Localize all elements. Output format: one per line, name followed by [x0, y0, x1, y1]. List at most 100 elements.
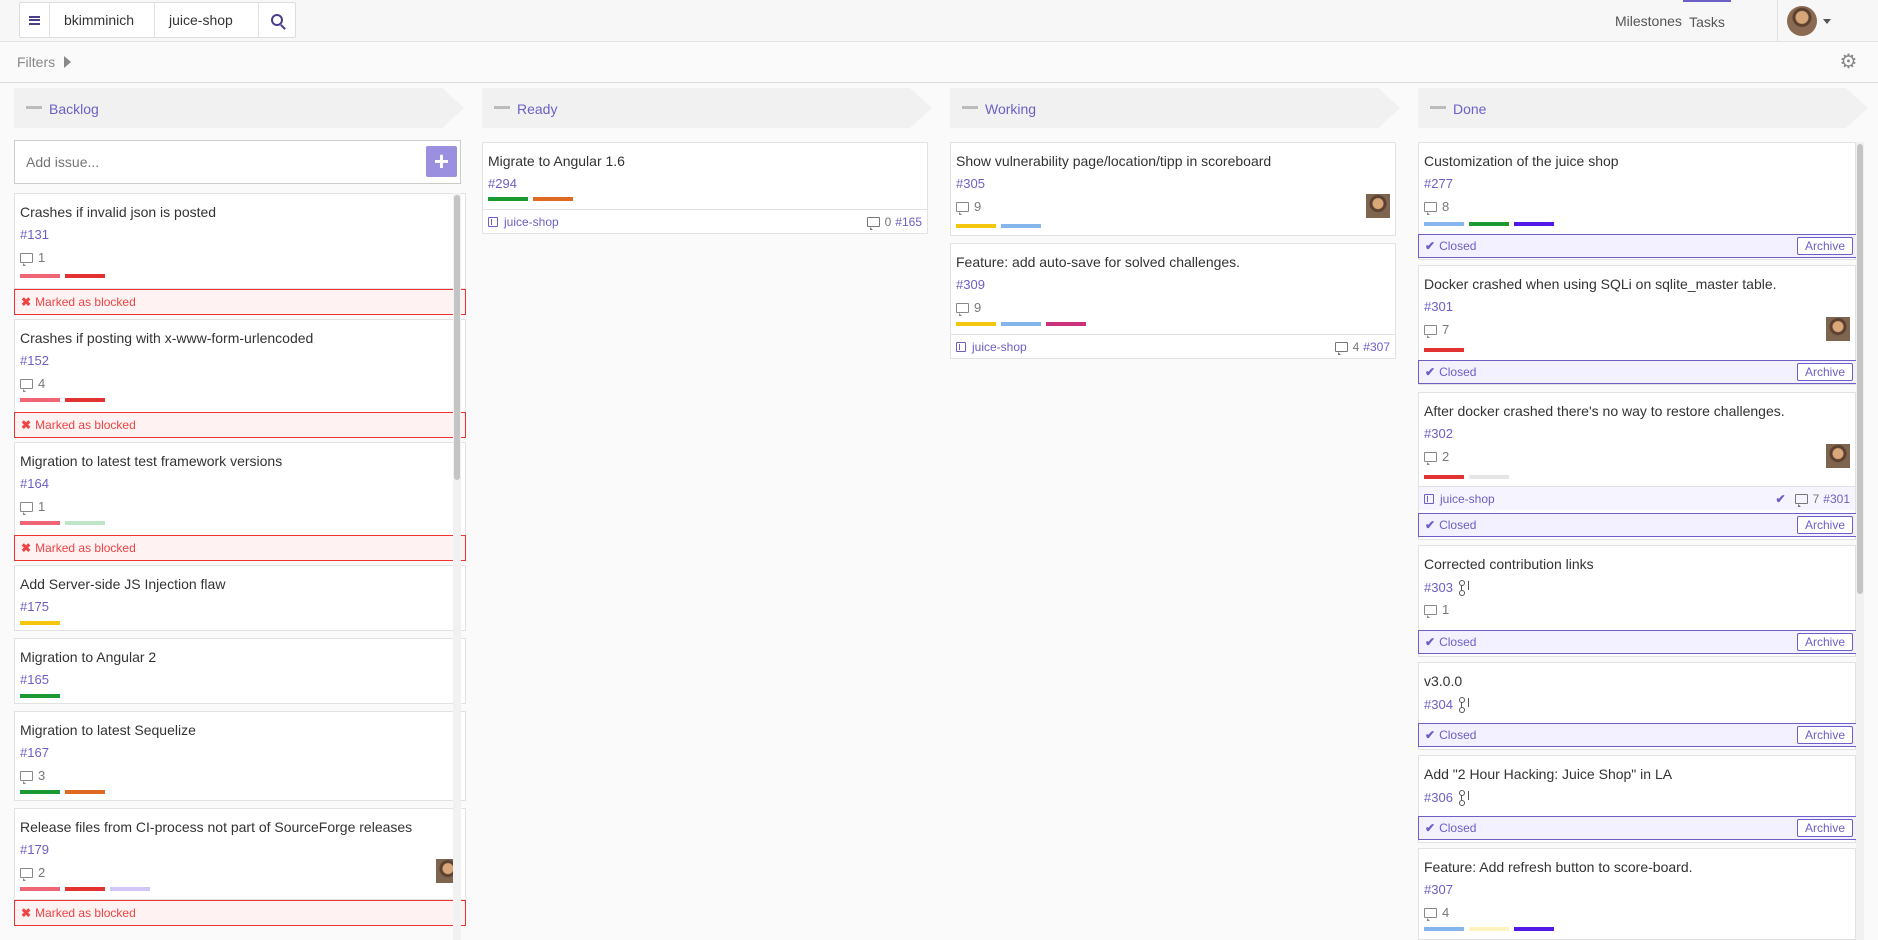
issue-card[interactable]: Migration to latest Sequelize #167 3	[14, 711, 466, 801]
label[interactable]	[1514, 927, 1554, 931]
issue-card[interactable]: Add Server-side JS Injection flaw #175	[14, 565, 466, 631]
issue-number[interactable]: #179	[20, 842, 49, 857]
menu-button[interactable]	[20, 3, 50, 37]
label[interactable]	[1001, 224, 1041, 228]
issue-number-link[interactable]: #306	[1424, 790, 1453, 805]
issue-title[interactable]: Customization of the juice shop	[1424, 153, 1619, 169]
column-header-ready[interactable]: Ready	[482, 88, 932, 128]
label[interactable]	[65, 887, 105, 891]
issue-number[interactable]: #301	[1424, 299, 1453, 314]
issue-title[interactable]: Docker crashed when using SQLi on sqlite…	[1424, 276, 1777, 292]
nav-milestones[interactable]: Milestones	[1615, 0, 1682, 42]
label[interactable]	[1469, 927, 1509, 931]
related-issue-link[interactable]: #307	[1363, 340, 1390, 354]
issue-card[interactable]: Crashes if invalid json is posted #131 1	[14, 193, 466, 289]
issue-card[interactable]: Feature: Add refresh button to score-boa…	[1418, 848, 1856, 940]
issue-title[interactable]: Add "2 Hour Hacking: Juice Shop" in LA	[1424, 766, 1672, 782]
label[interactable]	[1424, 348, 1464, 352]
user-menu[interactable]	[1777, 0, 1878, 42]
issue-card[interactable]: Migration to latest test framework versi…	[14, 442, 466, 536]
scrollbar-thumb[interactable]	[454, 195, 460, 480]
repo-name[interactable]: juice-shop	[504, 215, 559, 229]
label[interactable]	[956, 322, 996, 326]
related-issue-link[interactable]: #165	[895, 215, 922, 229]
label[interactable]	[956, 224, 996, 228]
issue-title[interactable]: Show vulnerability page/location/tipp in…	[956, 153, 1271, 169]
add-issue-input[interactable]	[26, 154, 326, 170]
issue-number[interactable]: #307	[1424, 882, 1453, 897]
column-header-done[interactable]: Done	[1418, 88, 1868, 128]
label[interactable]	[533, 197, 573, 201]
issue-number[interactable]: #294	[488, 176, 517, 191]
label[interactable]	[1514, 222, 1554, 226]
issue-card[interactable]: Crashes if posting with x-www-form-urlen…	[14, 319, 466, 413]
issue-title[interactable]: Feature: add auto-save for solved challe…	[956, 254, 1240, 270]
label[interactable]	[1046, 322, 1086, 326]
repo-name[interactable]: juice-shop	[972, 340, 1027, 354]
issue-title[interactable]: Add Server-side JS Injection flaw	[20, 576, 225, 592]
related-issue-link[interactable]: #301	[1823, 492, 1850, 506]
issue-card[interactable]: Migration to Angular 2 #165	[14, 638, 466, 704]
issue-number[interactable]: #167	[20, 745, 49, 760]
backlog-scrollbar[interactable]	[453, 193, 461, 940]
label[interactable]	[488, 197, 528, 201]
label[interactable]	[1469, 475, 1509, 479]
issue-title[interactable]: Migrate to Angular 1.6	[488, 153, 625, 169]
scrollbar-thumb[interactable]	[1857, 144, 1863, 594]
add-issue-button[interactable]: +	[426, 146, 457, 177]
issue-number[interactable]: #131	[20, 227, 49, 242]
issue-title[interactable]: Crashes if invalid json is posted	[20, 204, 216, 220]
search-button[interactable]	[259, 3, 295, 37]
issue-card[interactable]: Show vulnerability page/location/tipp in…	[950, 142, 1396, 236]
repo-name[interactable]: juice-shop	[1440, 492, 1495, 506]
label[interactable]	[1001, 322, 1041, 326]
archive-button[interactable]: Archive	[1796, 726, 1853, 744]
gear-icon[interactable]: ⚙	[1839, 52, 1858, 72]
issue-title[interactable]: v3.0.0	[1424, 673, 1462, 689]
label[interactable]	[20, 790, 60, 794]
label[interactable]	[20, 621, 60, 625]
label[interactable]	[1424, 475, 1464, 479]
label[interactable]	[1424, 222, 1464, 226]
nav-tasks[interactable]: Tasks	[1683, 0, 1731, 42]
issue-card[interactable]: Feature: add auto-save for solved challe…	[950, 243, 1396, 359]
done-scrollbar[interactable]	[1856, 142, 1864, 940]
archive-button[interactable]: Archive	[1796, 819, 1853, 837]
issue-title[interactable]: After docker crashed there's no way to r…	[1424, 403, 1785, 419]
issue-number[interactable]: #305	[956, 176, 985, 191]
issue-number[interactable]: #277	[1424, 176, 1453, 191]
label[interactable]	[20, 521, 60, 525]
archive-button[interactable]: Archive	[1796, 633, 1853, 651]
issue-number[interactable]: #302	[1424, 426, 1453, 441]
issue-number-link[interactable]: #303	[1424, 580, 1453, 595]
label[interactable]	[20, 887, 60, 891]
column-header-backlog[interactable]: Backlog	[14, 88, 464, 128]
column-header-working[interactable]: Working	[950, 88, 1400, 128]
issue-number[interactable]: #309	[956, 277, 985, 292]
issue-number[interactable]: #152	[20, 353, 49, 368]
archive-button[interactable]: Archive	[1796, 237, 1853, 255]
filters-toggle[interactable]: Filters	[17, 54, 72, 70]
issue-number[interactable]: #175	[20, 599, 49, 614]
issue-card[interactable]: Migrate to Angular 1.6 #294 juice-shop 0…	[482, 142, 928, 234]
label[interactable]	[65, 790, 105, 794]
issue-title[interactable]: Migration to latest test framework versi…	[20, 453, 282, 469]
assignee-avatar[interactable]	[1826, 444, 1850, 468]
issue-title[interactable]: Crashes if posting with x-www-form-urlen…	[20, 330, 313, 346]
label[interactable]	[65, 521, 105, 525]
label[interactable]	[20, 694, 60, 698]
issue-number[interactable]: #165	[20, 672, 49, 687]
label[interactable]	[1469, 222, 1509, 226]
issue-title[interactable]: Migration to Angular 2	[20, 649, 156, 665]
label[interactable]	[65, 398, 105, 402]
issue-title[interactable]: Release files from CI-process not part o…	[20, 819, 412, 835]
label[interactable]	[20, 398, 60, 402]
label[interactable]	[110, 887, 150, 891]
breadcrumb-repo[interactable]: juice-shop	[155, 3, 259, 37]
issue-number-link[interactable]: #304	[1424, 697, 1453, 712]
issue-number[interactable]: #164	[20, 476, 49, 491]
label[interactable]	[65, 274, 105, 278]
assignee-avatar[interactable]	[1366, 194, 1390, 218]
archive-button[interactable]: Archive	[1796, 363, 1853, 381]
issue-title[interactable]: Feature: Add refresh button to score-boa…	[1424, 859, 1693, 875]
